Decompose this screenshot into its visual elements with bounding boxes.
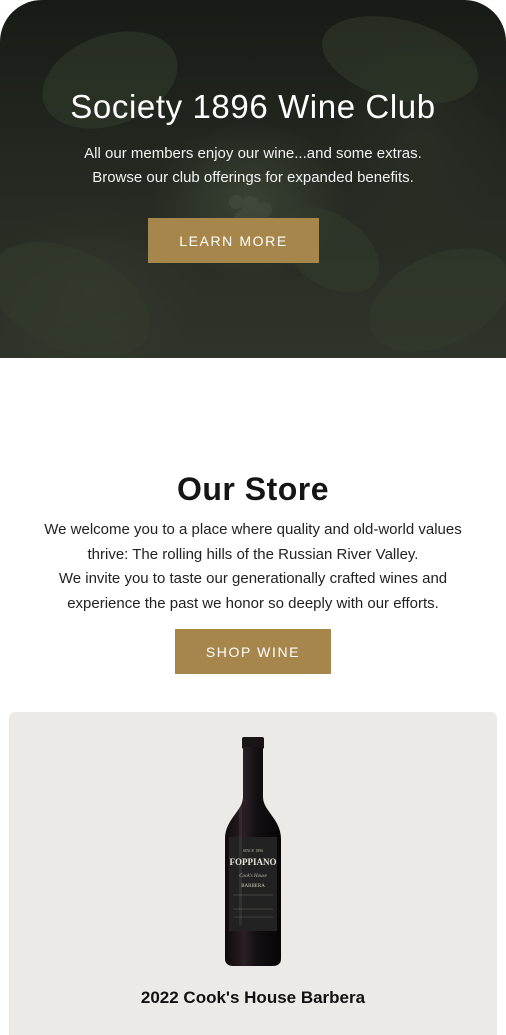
store-description: We welcome you to a place where quality … (0, 518, 506, 616)
store-description-line-1: We welcome you to a place where quality … (44, 521, 462, 538)
svg-text:SINCE 1896: SINCE 1896 (243, 848, 264, 853)
store-description-line-3: We invite you to taste our generationall… (58, 570, 448, 587)
wine-club-hero: Society 1896 Wine Club All our members e… (0, 0, 506, 358)
hero-title: Society 1896 Wine Club (70, 88, 436, 125)
product-name[interactable]: 2022 Cook's House Barbera (9, 988, 497, 1008)
hero-subtitle-line-1: All our members enjoy our wine...and som… (84, 145, 422, 162)
hero-subtitle: All our members enjoy our wine...and som… (0, 142, 506, 190)
learn-more-button[interactable]: LEARN MORE (148, 218, 319, 263)
svg-text:Cook's House: Cook's House (239, 874, 267, 879)
hero-subtitle-line-2: Browse our club offerings for expanded b… (92, 169, 414, 186)
product-card[interactable]: SINCE 1896 FOPPIANO Cook's House BARBERA… (9, 712, 497, 1035)
store-description-line-4: experience the past we honor so deeply w… (67, 594, 439, 612)
bottle-label-varietal: BARBERA (241, 884, 265, 889)
wine-bottle-image[interactable]: SINCE 1896 FOPPIANO Cook's House BARBERA (221, 735, 285, 967)
shop-wine-button[interactable]: SHOP WINE (175, 629, 331, 674)
bottle-label-brand: FOPPIANO (230, 857, 277, 867)
store-description-line-2: thrive: The rolling hills of the Russian… (87, 545, 419, 563)
store-title: Our Store (176, 471, 330, 507)
